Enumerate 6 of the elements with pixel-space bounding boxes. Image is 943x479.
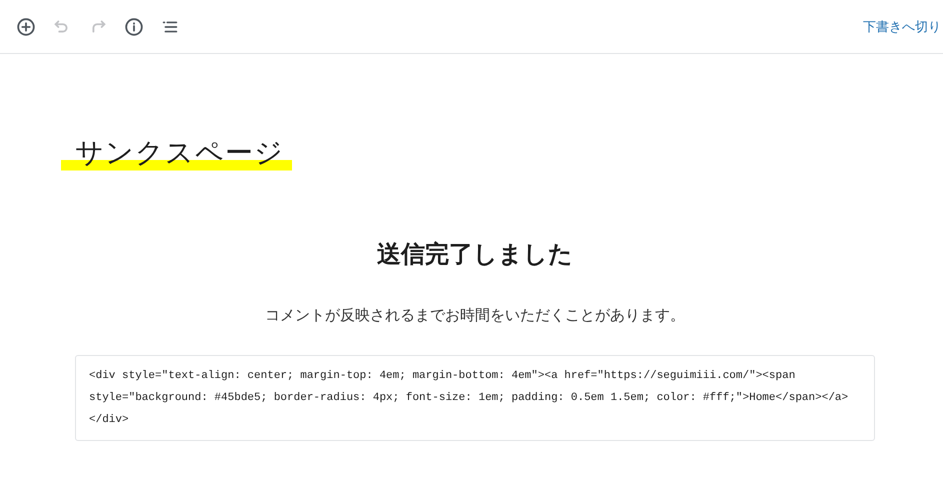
code-block: <div style="text-align: center; margin-top: 4em; margin-bottom: 4em"><a href="https://seguimiii.com/"><span style="background: #45bde5; border-radius: 4px; font-size: 1em; padding: 0.5em 1.5em; color: #fff;">Home</span></a></div> <box>75 355 875 441</box>
info-icon <box>123 16 145 38</box>
switch-to-draft-link[interactable]: 下書きへ切り <box>863 18 941 36</box>
heading: 送信完了しました <box>376 239 574 270</box>
paragraph: コメントが反映されるまでお時間をいただくことがあります。 <box>264 306 686 325</box>
add-icon <box>15 16 37 38</box>
